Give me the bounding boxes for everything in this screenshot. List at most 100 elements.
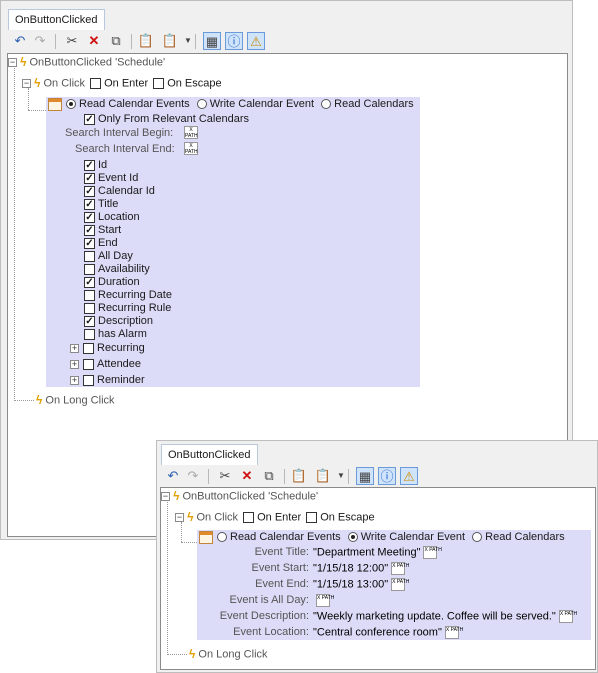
property-label: Event Description: bbox=[219, 610, 309, 622]
action-tree-editor[interactable]: − ϟ OnButtonClicked 'Schedule' − ϟ On Cl… bbox=[160, 487, 596, 670]
only-relevant-checkbox[interactable]: ✓ bbox=[84, 113, 95, 125]
mode-radios: Read Calendar Events Write Calendar Even… bbox=[66, 98, 414, 111]
collapse-icon[interactable]: − bbox=[8, 58, 17, 67]
property-value[interactable]: "Central conference room" bbox=[313, 626, 442, 638]
expandable-row: + Reminder bbox=[70, 374, 145, 387]
radio-label: Read Calendar Events bbox=[79, 98, 190, 110]
redo-icon[interactable]: ↷ bbox=[31, 32, 49, 50]
property-value-row: "1/15/18 12:00" X PATH bbox=[313, 562, 409, 575]
field-label: Recurring Date bbox=[98, 289, 172, 301]
field-checkbox[interactable]: ✓ bbox=[84, 172, 95, 184]
field-checkbox[interactable] bbox=[84, 328, 95, 340]
on-escape-checkbox[interactable] bbox=[306, 512, 318, 523]
field-row: ✓ Event Id bbox=[84, 172, 138, 185]
copy-icon[interactable]: ⧉ bbox=[260, 467, 278, 485]
tab-onbuttonclicked[interactable]: OnButtonClicked bbox=[161, 444, 258, 465]
field-row: ✓ Start bbox=[84, 224, 121, 237]
tree-root[interactable]: − ϟ OnButtonClicked 'Schedule' bbox=[161, 490, 318, 503]
warning-icon[interactable]: ⚠ bbox=[247, 32, 265, 50]
field-checkbox[interactable]: ✓ bbox=[84, 185, 95, 197]
paste-icon[interactable]: 📋 bbox=[137, 32, 155, 50]
radio-write-event[interactable] bbox=[196, 99, 207, 110]
field-checkbox[interactable] bbox=[83, 342, 94, 354]
field-checkbox[interactable]: ✓ bbox=[84, 315, 95, 327]
event-bolt-icon: ϟ bbox=[189, 647, 196, 661]
paste-special-icon[interactable]: 📋 bbox=[314, 467, 332, 485]
cut-icon[interactable]: ✂ bbox=[63, 32, 81, 50]
calendar-icon bbox=[48, 98, 62, 111]
toolbar: ↶ ↷ ✂ ✕ ⧉ 📋 📋 ▼ ▦ ⓘ ⚠ bbox=[11, 32, 571, 52]
field-checkbox[interactable]: ✓ bbox=[84, 276, 95, 288]
on-long-click-row[interactable]: ϟ On Long Click bbox=[36, 394, 115, 407]
on-long-click-row[interactable]: ϟ On Long Click bbox=[189, 648, 268, 661]
expandable-row: + Recurring bbox=[70, 342, 145, 355]
property-value[interactable]: "1/15/18 12:00" bbox=[313, 562, 388, 574]
field-label: Location bbox=[98, 211, 140, 223]
field-row: ✓ Duration bbox=[84, 276, 140, 289]
delete-icon[interactable]: ✕ bbox=[85, 32, 103, 50]
on-click-row[interactable]: − ϟ On Click On Enter On Escape bbox=[175, 511, 375, 524]
property-label: Event End: bbox=[255, 578, 309, 590]
expand-icon[interactable]: + bbox=[70, 343, 79, 353]
xpath-button[interactable]: X PATH bbox=[391, 578, 409, 591]
info-icon[interactable]: ⓘ bbox=[225, 32, 243, 50]
property-value[interactable]: "1/15/18 13:00" bbox=[313, 578, 388, 590]
info-icon[interactable]: ⓘ bbox=[378, 467, 396, 485]
radio-read-calendars[interactable] bbox=[472, 532, 483, 543]
tree-root[interactable]: − ϟ OnButtonClicked 'Schedule' bbox=[8, 56, 165, 69]
paste-icon[interactable]: 📋 bbox=[290, 467, 308, 485]
on-enter-checkbox[interactable] bbox=[90, 78, 102, 89]
undo-icon[interactable]: ↶ bbox=[11, 32, 29, 50]
field-row: has Alarm bbox=[84, 328, 147, 341]
field-checkbox[interactable] bbox=[84, 250, 95, 262]
on-enter-checkbox[interactable] bbox=[243, 512, 255, 523]
grid-view-icon[interactable]: ▦ bbox=[203, 32, 221, 50]
property-label: Event Title: bbox=[254, 546, 309, 558]
field-checkbox[interactable] bbox=[83, 374, 94, 386]
toolbar: ↶ ↷ ✂ ✕ ⧉ 📋 📋 ▼ ▦ ⓘ ⚠ bbox=[164, 467, 594, 487]
paste-special-icon[interactable]: 📋 bbox=[161, 32, 179, 50]
property-value[interactable]: "Department Meeting" bbox=[313, 546, 420, 558]
field-checkbox[interactable]: ✓ bbox=[84, 198, 95, 210]
copy-icon[interactable]: ⧉ bbox=[107, 32, 125, 50]
xpath-button[interactable]: X PATH bbox=[423, 546, 442, 559]
xpath-button[interactable]: X PATH bbox=[391, 562, 409, 575]
radio-write-event[interactable] bbox=[347, 532, 358, 543]
field-checkbox[interactable]: ✓ bbox=[84, 159, 95, 171]
field-checkbox[interactable]: ✓ bbox=[84, 224, 95, 236]
on-long-click-label: On Long Click bbox=[45, 394, 115, 407]
field-checkbox[interactable] bbox=[84, 302, 95, 314]
xpath-button[interactable]: X PATH bbox=[316, 594, 334, 607]
delete-icon[interactable]: ✕ bbox=[238, 467, 256, 485]
event-bolt-icon: ϟ bbox=[20, 55, 27, 69]
field-checkbox[interactable]: ✓ bbox=[84, 211, 95, 223]
on-escape-checkbox[interactable] bbox=[153, 78, 165, 89]
xpath-button[interactable]: X PATH bbox=[444, 626, 463, 639]
property-value-row: "Central conference room" X PATH bbox=[313, 626, 463, 639]
xpath-button[interactable]: X PATH bbox=[184, 126, 198, 139]
radio-read-events[interactable] bbox=[217, 532, 227, 543]
field-checkbox[interactable] bbox=[83, 358, 94, 370]
collapse-icon[interactable]: − bbox=[161, 492, 170, 501]
collapse-icon[interactable]: − bbox=[175, 513, 184, 522]
warning-icon[interactable]: ⚠ bbox=[400, 467, 418, 485]
field-checkbox[interactable] bbox=[84, 289, 95, 301]
calendar-icon bbox=[199, 531, 213, 544]
radio-read-calendars[interactable] bbox=[321, 99, 332, 110]
on-click-row[interactable]: − ϟ On Click On Enter On Escape bbox=[22, 77, 222, 90]
cut-icon[interactable]: ✂ bbox=[216, 467, 234, 485]
property-value[interactable]: "Weekly marketing update. Coffee will be… bbox=[313, 610, 556, 622]
collapse-icon[interactable]: − bbox=[22, 79, 31, 88]
expand-icon[interactable]: + bbox=[70, 375, 79, 385]
radio-read-events[interactable] bbox=[66, 99, 76, 110]
xpath-button[interactable]: X PATH bbox=[184, 142, 198, 155]
field-checkbox[interactable]: ✓ bbox=[84, 237, 95, 249]
field-label: Attendee bbox=[97, 358, 142, 370]
tab-onbuttonclicked[interactable]: OnButtonClicked bbox=[8, 9, 105, 30]
redo-icon[interactable]: ↷ bbox=[184, 467, 202, 485]
xpath-button[interactable]: X PATH bbox=[558, 610, 577, 623]
field-checkbox[interactable] bbox=[84, 263, 95, 275]
expand-icon[interactable]: + bbox=[70, 359, 79, 369]
undo-icon[interactable]: ↶ bbox=[164, 467, 182, 485]
grid-view-icon[interactable]: ▦ bbox=[356, 467, 374, 485]
